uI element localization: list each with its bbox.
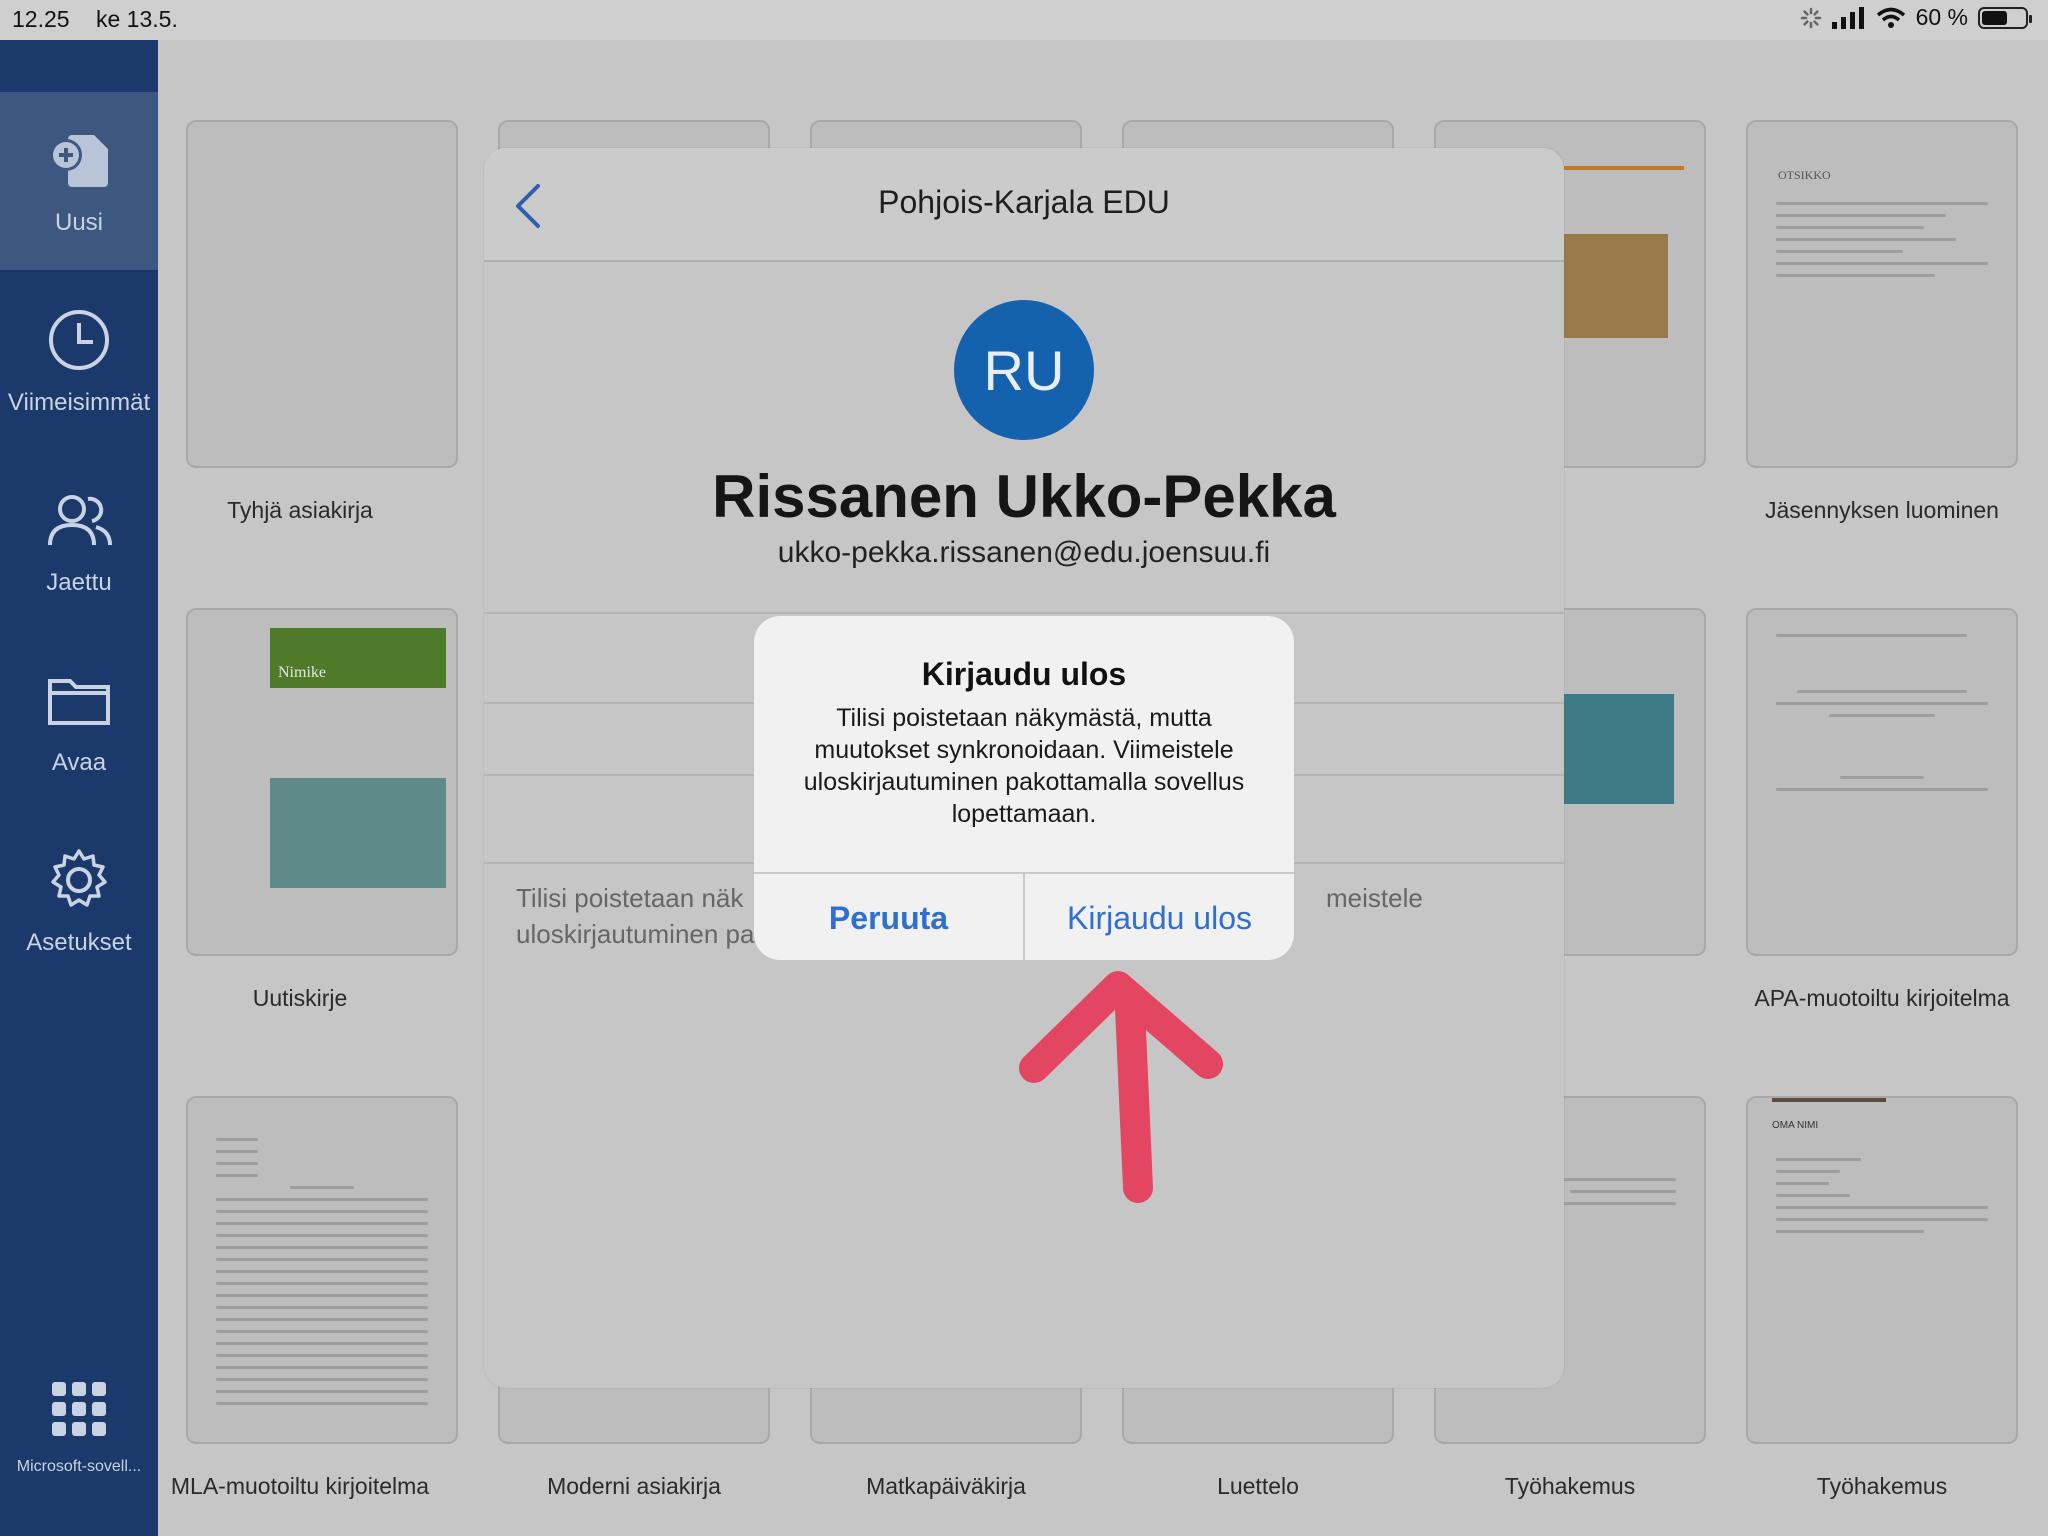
red-arrow-up-icon <box>1019 971 1223 1203</box>
gear-icon <box>44 845 114 915</box>
sheet-title: Pohjois-Karjala EDU <box>878 184 1170 220</box>
people-icon <box>44 485 114 555</box>
thumb-text-lines <box>1776 634 1988 646</box>
thumb-photo <box>270 778 446 888</box>
battery-icon <box>1978 6 2032 29</box>
sidebar-item-label: Microsoft-sovell... <box>16 1458 142 1475</box>
thumb-photo <box>1564 694 1674 804</box>
alert-title: Kirjaudu ulos <box>921 656 1127 692</box>
sidebar: Uusi Viimeisimmät Jaettu Avaa Asetukset <box>0 40 158 1536</box>
template-label: MLA-muotoiltu kirjoitelma <box>170 1473 430 1499</box>
status-time: 12.25 <box>12 6 70 32</box>
thumb-accent-line <box>1772 1098 1886 1102</box>
sidebar-item-open[interactable]: Avaa <box>0 632 158 810</box>
cellular-signal-icon <box>1831 6 1864 29</box>
activity-spinner-icon <box>1800 7 1821 28</box>
clock-icon <box>44 305 114 375</box>
thumb-accent-line <box>1564 166 1684 170</box>
alert-button-row: Peruuta Kirjaudu ulos <box>754 872 1294 960</box>
thumb-text-lines <box>1776 690 1988 726</box>
sidebar-item-shared[interactable]: Jaettu <box>0 452 158 630</box>
sidebar-item-label: Avaa <box>51 749 107 776</box>
template-thumbnail-outline[interactable]: OTSIKKO <box>1746 120 2018 468</box>
sheet-divider <box>484 612 1564 614</box>
template-label: Työhakemus <box>1816 1473 1948 1499</box>
thumb-text-lines <box>1776 776 1988 800</box>
battery-percent: 60 % <box>1915 4 1968 30</box>
sign-out-button[interactable]: Kirjaudu ulos <box>1025 874 1294 960</box>
thumb-heading: OMA NIMI <box>1772 1120 1819 1131</box>
user-email: ukko-pekka.rissanen@edu.joensuu.fi <box>777 536 1271 569</box>
sidebar-item-new[interactable]: Uusi <box>0 92 158 270</box>
new-document-icon <box>44 125 114 195</box>
sidebar-item-label: Jaettu <box>46 569 112 596</box>
thumb-text-lines <box>1776 1158 1988 1242</box>
sidebar-item-label: Asetukset <box>26 929 132 956</box>
sheet-note-line: Tilisi poistetaan näk <box>516 883 744 913</box>
status-indicators: 60 % <box>1800 4 2032 31</box>
sheet-note-line: meistele <box>1326 883 1423 913</box>
app-grid-icon <box>44 1374 114 1444</box>
template-thumbnail-cover-letter[interactable]: OMA NIMI <box>1746 1096 2018 1444</box>
battery-fill <box>1982 10 2007 25</box>
template-label: Tyhjä asiakirja <box>227 497 373 523</box>
template-label: Matkapäiväkirja <box>866 1473 1026 1499</box>
sidebar-item-label: Viimeisimmät <box>7 389 151 416</box>
status-bar: 12.25 ke 13.5. 60 % <box>0 0 2048 40</box>
thumb-text-lines <box>1776 202 1988 286</box>
user-name: Rissanen Ukko-Pekka <box>712 463 1336 530</box>
sheet-header: Pohjois-Karjala EDU <box>484 148 1564 262</box>
template-thumbnail-mla[interactable] <box>186 1096 458 1444</box>
thumb-heading: OTSIKKO <box>1778 168 1831 182</box>
template-label: Jäsennyksen luominen <box>1765 497 1999 523</box>
thumb-photo <box>1564 234 1668 338</box>
sidebar-item-label: Uusi <box>54 209 103 236</box>
wifi-icon <box>1876 7 1905 28</box>
sidebar-item-microsoft-apps[interactable]: Microsoft-sovell... <box>0 1350 158 1500</box>
template-label: Moderni asiakirja <box>547 1473 721 1499</box>
status-date: ke 13.5. <box>96 6 178 32</box>
sheet-note-line: uloskirjautuminen pa <box>516 919 755 949</box>
sign-out-alert: Kirjaudu ulos Tilisi poistetaan näkymäst… <box>754 616 1294 960</box>
sidebar-item-settings[interactable]: Asetukset <box>0 812 158 990</box>
thumb-banner-title: Nimike <box>278 664 326 681</box>
template-label: Uutiskirje <box>252 985 348 1011</box>
thumb-text-lines <box>216 1138 428 1414</box>
sidebar-item-recent[interactable]: Viimeisimmät <box>0 272 158 450</box>
template-label: Luettelo <box>1217 1473 1299 1499</box>
alert-message: Tilisi poistetaan näkymästä, mutta muuto… <box>803 704 1245 828</box>
template-thumbnail-blank[interactable] <box>186 120 458 468</box>
folder-icon <box>44 665 114 735</box>
cancel-button[interactable]: Peruuta <box>754 874 1025 960</box>
template-thumbnail-newsletter[interactable]: Nimike <box>186 608 458 956</box>
template-label: APA-muotoiltu kirjoitelma <box>1754 985 2010 1011</box>
template-label: Työhakemus <box>1504 1473 1636 1499</box>
template-thumbnail-apa[interactable] <box>1746 608 2018 956</box>
avatar: RU <box>954 300 1094 440</box>
